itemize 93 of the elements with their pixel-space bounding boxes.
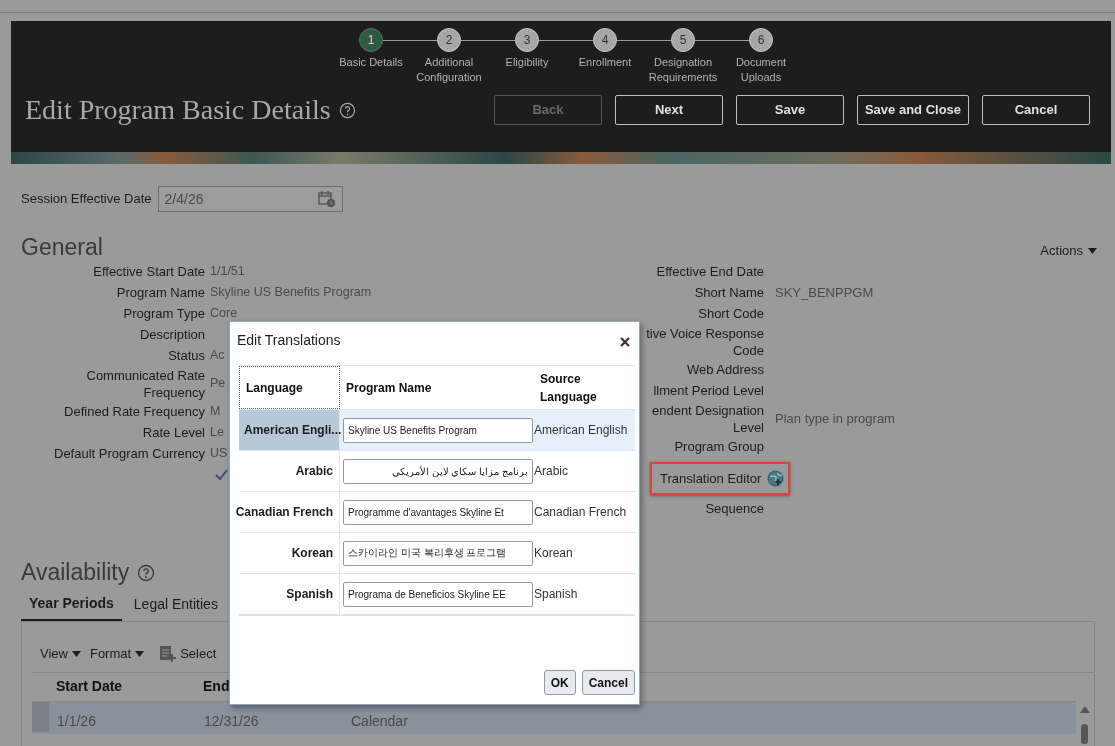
help-icon (338, 102, 356, 120)
field-value: Ac (210, 347, 225, 365)
step-label: Designation Requirements (647, 55, 719, 85)
globe-icon[interactable] (767, 469, 785, 487)
field-label: llment Period Level (652, 382, 764, 400)
table-cell-text: Korean (534, 545, 573, 562)
step-label: Basic Details (339, 55, 403, 70)
caret-icon (1088, 246, 1097, 255)
menu-button[interactable]: Format (89, 643, 145, 664)
step-label: Eligibility (505, 55, 549, 70)
column-header: Source Language (539, 370, 598, 406)
help-icon (137, 563, 156, 582)
section-title: Availability (21, 559, 130, 587)
table-cell-text: Canadian French (534, 504, 627, 521)
close-icon (619, 335, 631, 348)
field-label: Default Program Currency (53, 445, 205, 463)
caret-icon (135, 649, 145, 658)
field-value: Plan type in program (775, 409, 895, 428)
step-circle[interactable]: 1 (359, 28, 383, 52)
table-cell-text: 1/1/26 (57, 711, 97, 731)
step-label: Document Uploads (734, 55, 788, 85)
tab[interactable]: Legal Entities (125, 590, 226, 621)
text-field[interactable]: 스카이라인 미국 복리후생 프로그램 (343, 540, 533, 566)
menu-button[interactable]: View (40, 643, 81, 664)
table-cell-text: American English (534, 422, 628, 439)
header-button[interactable]: Save (736, 94, 844, 125)
text-field[interactable]: Programme d'avantages Skyline Ét (343, 499, 533, 525)
field-value: M (210, 403, 221, 421)
step-label: Additional Configuration (415, 55, 483, 85)
field-label: Program Name (115, 284, 205, 302)
section-title: General (21, 234, 103, 262)
dialog-button[interactable]: Cancel (581, 670, 635, 695)
field-label: endent Designation Level (650, 401, 764, 436)
table-cell-text: Arabic (534, 463, 568, 480)
field-label: Program Type (122, 305, 205, 323)
table-cell-text: Arabic (295, 463, 333, 480)
column-header: End (203, 677, 231, 697)
field-label: Short Name (693, 284, 764, 302)
field-label: Effective Start Date (92, 263, 205, 281)
field-label: Communicated Rate Frequency (85, 366, 205, 401)
field-label: Program Group (673, 438, 764, 456)
field-value: US (210, 445, 228, 463)
step-circle[interactable]: 2 (437, 28, 461, 52)
caret-icon (71, 649, 81, 658)
header-button[interactable]: Next (615, 94, 723, 125)
calendar-icon (317, 190, 336, 208)
step-label: Enrollment (578, 55, 632, 70)
step-circle[interactable]: 3 (515, 28, 539, 52)
table-row[interactable]: American Engli... Skyline US Benefits Program American English (239, 410, 635, 451)
scrollbar-thumb[interactable] (1081, 723, 1088, 744)
column-header: Start Date (56, 677, 124, 697)
field-label: Defined Rate Frequency (63, 403, 205, 421)
field-label: Translation Editor (660, 469, 762, 488)
field-value: Core (210, 305, 238, 323)
tab[interactable]: Year Periods (21, 590, 122, 621)
step-circle[interactable]: 4 (593, 28, 617, 52)
text-field[interactable]: Programa de Beneficios Skyline EE (343, 581, 533, 607)
field-label: tive Voice Response Code (645, 324, 764, 359)
table-row[interactable]: Korean 스카이라인 미국 복리후생 프로그램 Korean (239, 533, 635, 574)
table-row[interactable]: Spanish Programa de Beneficios Skyline EE Spanish (239, 574, 635, 615)
field-value: 1/1/51 (210, 263, 245, 281)
field-label: Session Effective Date (21, 190, 152, 209)
field-label: Web Address (685, 361, 764, 379)
field-value: Skyline US Benefits Program (210, 284, 372, 302)
dialog-button[interactable]: OK (543, 670, 576, 695)
field-value: Le (210, 424, 224, 442)
add-list-icon (159, 645, 177, 663)
field-label: Description (138, 326, 205, 344)
actions-menu[interactable]: Actions (1040, 241, 1097, 261)
table-cell-text: 12/31/26 (204, 711, 260, 731)
column-header: Program Name (345, 379, 433, 397)
field-value: Pe (210, 375, 226, 393)
dialog-title: Edit Translations (237, 332, 341, 349)
text-field[interactable]: برنامج مزايا سكاي لاين الأمريكي (343, 458, 533, 484)
toolbar-button[interactable]: Select (159, 643, 217, 664)
step-circle[interactable]: 6 (749, 28, 773, 52)
field-label: Effective End Date (655, 263, 764, 281)
table-cell-text: Korean (291, 545, 333, 562)
table-cell-text: Spanish (286, 586, 333, 603)
table-cell-text: Spanish (534, 586, 578, 603)
page-title: Edit Program Basic Details (25, 93, 331, 127)
step-circle[interactable]: 5 (671, 28, 695, 52)
field-value: SKY_BENPPGM (775, 283, 874, 302)
field-label: Rate Level (141, 424, 205, 442)
table-cell-text: Calendar (351, 711, 409, 731)
field-label: Short Code (697, 305, 764, 323)
field-label: Status (167, 347, 205, 365)
text-field[interactable]: Skyline US Benefits Program (343, 417, 533, 443)
table-cell-text: American Engli... (244, 422, 342, 439)
field-label: Sequence (704, 499, 764, 517)
header-button[interactable]: Save and Close (857, 94, 969, 125)
column-header: Language (239, 366, 340, 409)
header-button[interactable]: Cancel (982, 94, 1090, 125)
